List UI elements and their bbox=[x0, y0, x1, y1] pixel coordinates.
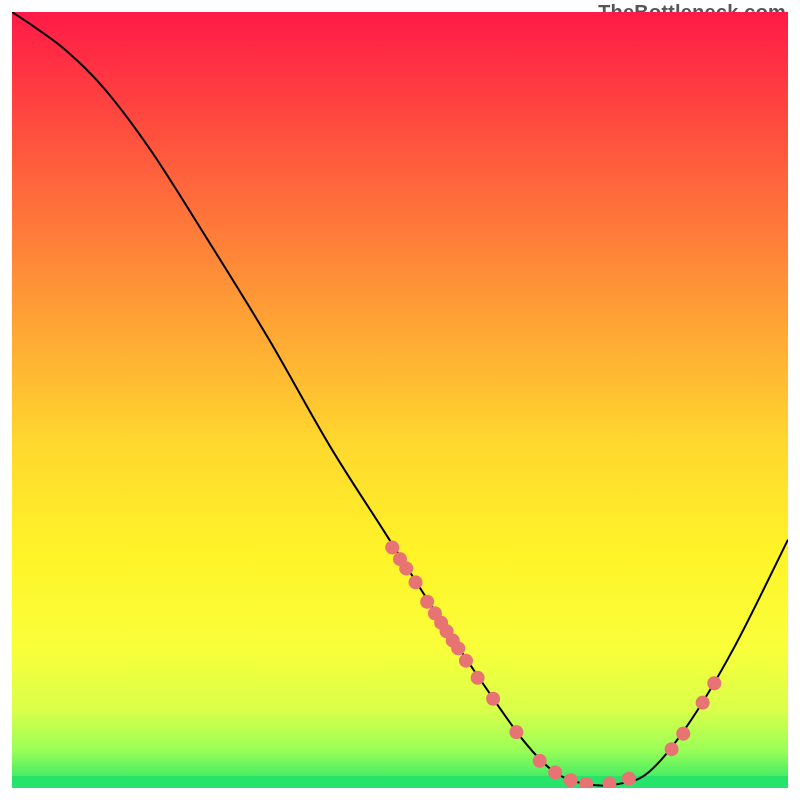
chart-marker bbox=[579, 777, 593, 788]
chart-marker bbox=[603, 776, 617, 788]
chart-marker bbox=[622, 772, 636, 786]
chart-marker bbox=[564, 773, 578, 787]
chart-marker bbox=[459, 654, 473, 668]
chart-marker bbox=[486, 692, 500, 706]
chart-marker bbox=[676, 727, 690, 741]
chart-marker bbox=[451, 641, 465, 655]
chart-curve bbox=[12, 12, 788, 786]
chart-marker bbox=[385, 540, 399, 554]
chart-marker bbox=[420, 595, 434, 609]
chart-marker bbox=[665, 742, 679, 756]
chart-container: TheBottleneck.com bbox=[0, 0, 800, 800]
chart-svg-layer bbox=[12, 12, 788, 788]
chart-marker bbox=[707, 676, 721, 690]
chart-marker bbox=[471, 671, 485, 685]
chart-marker bbox=[509, 725, 523, 739]
chart-marker bbox=[533, 754, 547, 768]
chart-marker bbox=[409, 575, 423, 589]
chart-marker bbox=[399, 561, 413, 575]
chart-marker bbox=[696, 696, 710, 710]
chart-marker bbox=[548, 765, 562, 779]
chart-plot-area bbox=[12, 12, 788, 788]
chart-marker-group bbox=[385, 540, 721, 788]
